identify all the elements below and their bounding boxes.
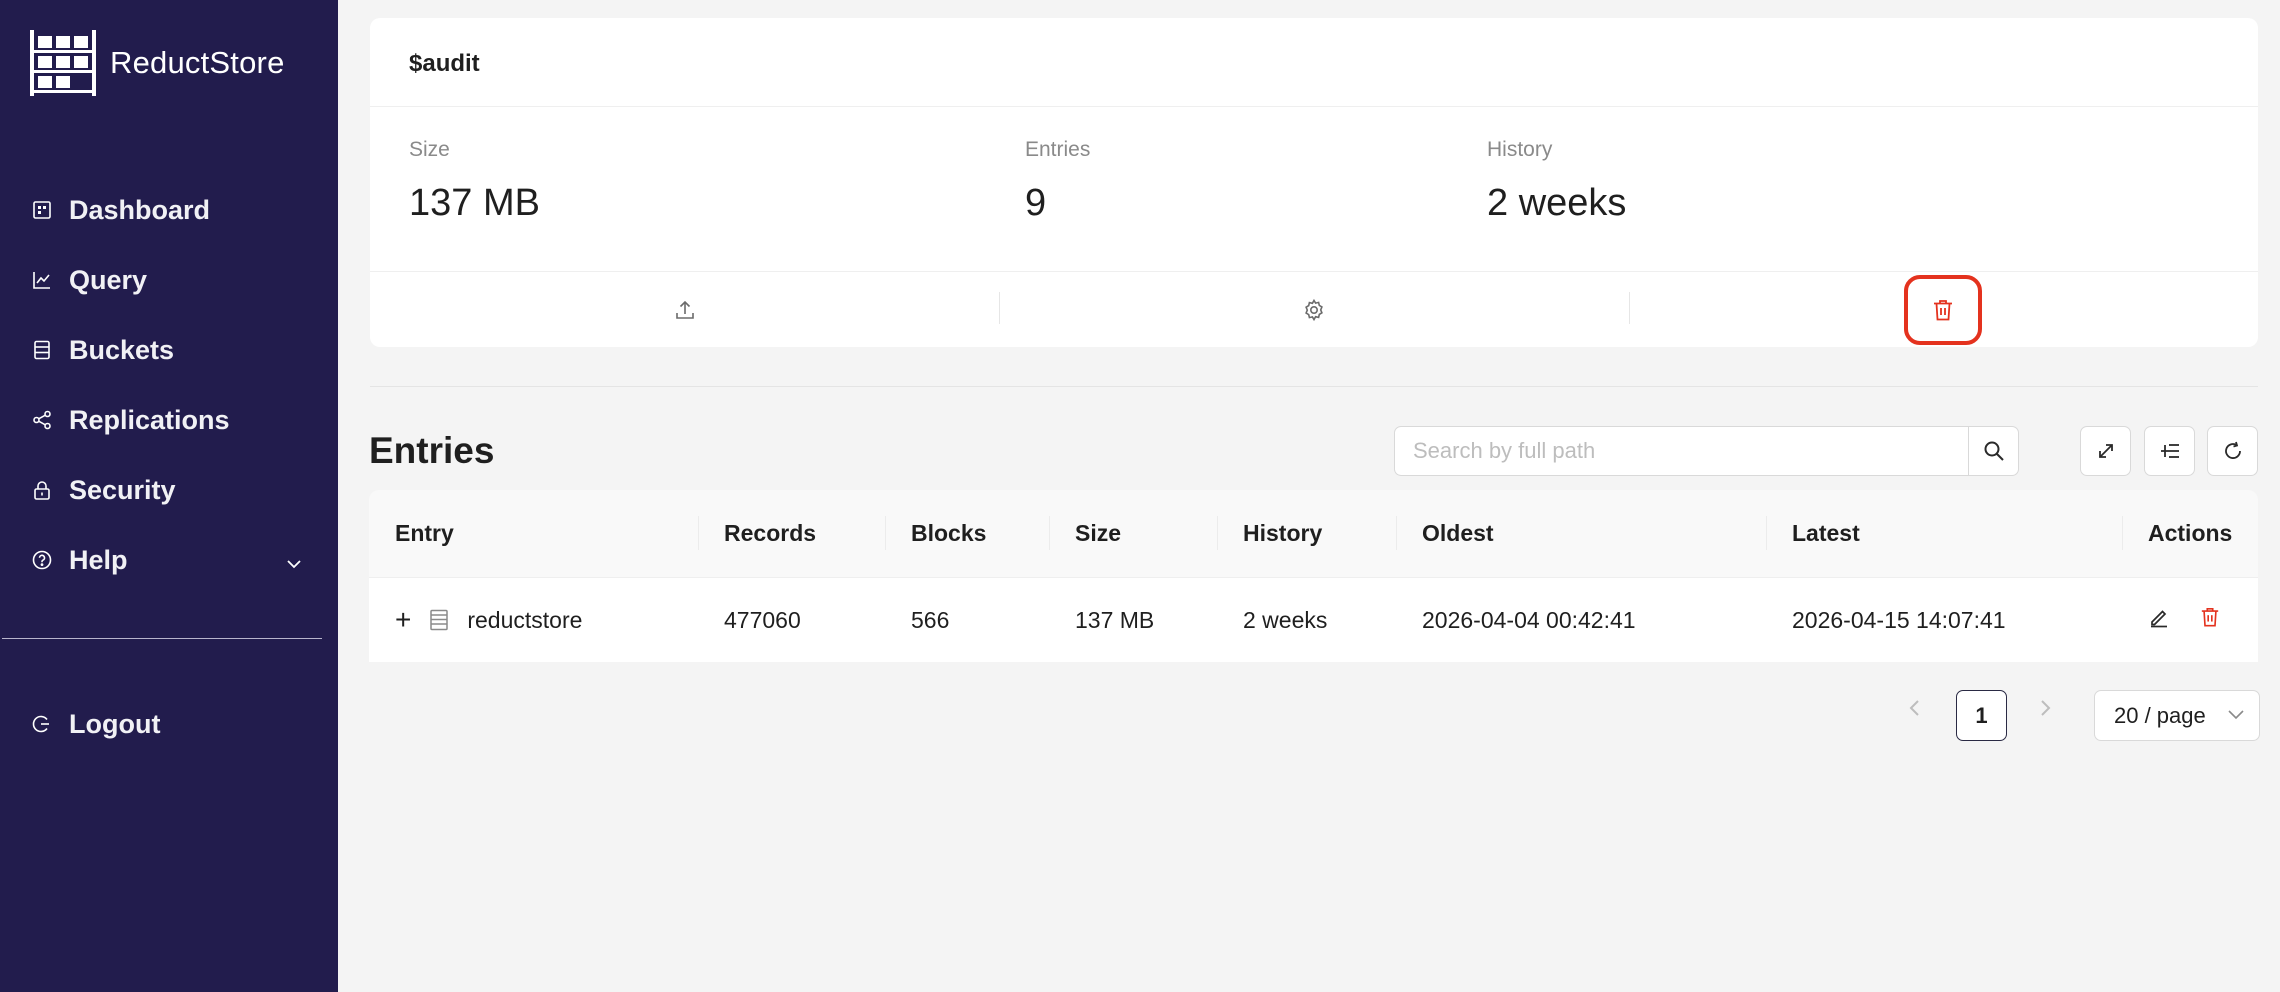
- column-header-latest[interactable]: Latest: [1766, 490, 2122, 577]
- refresh-button[interactable]: [2207, 426, 2258, 476]
- bucket-card: $audit Size 137 MB Entries 9 History 2 w…: [370, 18, 2258, 347]
- cell-size: 137 MB: [1075, 606, 1155, 633]
- entries-table: Entry Records Blocks Size History Oldest…: [369, 490, 2258, 662]
- cell-records: 477060: [724, 606, 801, 633]
- sidebar-item-query[interactable]: Query: [0, 245, 338, 315]
- stat-label: History: [1487, 138, 1553, 161]
- sidebar-item-help[interactable]: Help: [0, 525, 338, 595]
- table-row: + reductstore 477060 566 137 MB 2 weeks …: [369, 578, 2258, 662]
- sidebar-item-label: Replications: [69, 404, 230, 435]
- stat-value: 2 weeks: [1487, 182, 1627, 224]
- search-box: [1394, 426, 2019, 476]
- column-header-actions: Actions: [2122, 490, 2258, 577]
- entries-title: Entries: [369, 430, 495, 471]
- bucket-name: $audit: [409, 50, 480, 77]
- column-header-records[interactable]: Records: [698, 490, 885, 577]
- entry-name-link[interactable]: reductstore: [467, 607, 582, 634]
- card-actions: [370, 272, 2258, 347]
- cell-entry: + reductstore: [369, 578, 698, 662]
- settings-button[interactable]: [999, 272, 1628, 347]
- delete-icon: [2201, 608, 2219, 627]
- lock-icon: [31, 479, 53, 501]
- column-header-history[interactable]: History: [1217, 490, 1396, 577]
- cell-oldest: 2026-04-04 00:42:41: [1422, 606, 1636, 633]
- edit-entry-button[interactable]: [2148, 606, 2170, 634]
- chart-line-icon: [31, 269, 53, 291]
- cell-actions: [2122, 578, 2258, 662]
- database-icon: [31, 339, 53, 361]
- logout-button[interactable]: Logout: [0, 689, 338, 759]
- column-header-size[interactable]: Size: [1049, 490, 1217, 577]
- expand-row-icon[interactable]: +: [395, 604, 411, 636]
- column-header-blocks[interactable]: Blocks: [885, 490, 1049, 577]
- page-1-button[interactable]: 1: [1956, 690, 2007, 741]
- stat-label: Entries: [1025, 138, 1091, 161]
- tree-icon: [2160, 444, 2179, 458]
- sidebar-item-replications[interactable]: Replications: [0, 385, 338, 455]
- sidebar-item-label: Dashboard: [69, 194, 211, 225]
- delete-icon: [1934, 299, 1953, 320]
- chevron-left-icon: [1909, 700, 1919, 716]
- logo-icon: [30, 30, 96, 96]
- app-name: ReductStore: [110, 45, 285, 80]
- question-circle-icon: [31, 549, 53, 571]
- delete-bucket-button[interactable]: [1628, 272, 2258, 347]
- cell-blocks: 566: [911, 606, 950, 633]
- chevron-right-icon: [2041, 700, 2051, 716]
- card-divider: [370, 106, 2258, 107]
- logo[interactable]: ReductStore: [28, 28, 285, 98]
- edit-icon: [2151, 610, 2167, 628]
- cell-latest: 2026-04-15 14:07:41: [1792, 606, 2006, 633]
- sidebar-item-buckets[interactable]: Buckets: [0, 315, 338, 385]
- delete-entry-button[interactable]: [2200, 606, 2220, 634]
- sidebar-item-label: Buckets: [69, 334, 175, 365]
- cell-history: 2 weeks: [1243, 606, 1328, 633]
- sidebar-item-label: Query: [69, 264, 148, 295]
- tree-view-button[interactable]: [2144, 426, 2195, 476]
- share-icon: [31, 409, 53, 431]
- expand-icon: [2098, 444, 2113, 458]
- dashboard-icon: [31, 199, 53, 221]
- stat-value: 137 MB: [409, 182, 540, 224]
- sidebar-item-security[interactable]: Security: [0, 455, 338, 525]
- chevron-down-icon: [2227, 705, 2245, 731]
- database-icon: [430, 609, 449, 631]
- stat-entries: Entries 9: [1025, 138, 1090, 225]
- sidebar-item-dashboard[interactable]: Dashboard: [0, 175, 338, 245]
- chevron-down-icon[interactable]: [286, 545, 302, 576]
- refresh-icon: [2224, 441, 2241, 459]
- search-input[interactable]: [1395, 427, 1968, 475]
- column-header-oldest[interactable]: Oldest: [1396, 490, 1766, 577]
- section-divider: [370, 386, 2258, 387]
- next-page-button[interactable]: [2038, 694, 2052, 725]
- sidebar-divider: [2, 638, 322, 639]
- stat-size: Size 137 MB: [409, 138, 540, 225]
- table-header: Entry Records Blocks Size History Oldest…: [369, 490, 2258, 578]
- stat-history: History 2 weeks: [1487, 138, 1626, 225]
- search-icon: [1984, 441, 2004, 461]
- column-header-entry[interactable]: Entry: [369, 490, 698, 577]
- expand-button[interactable]: [2080, 426, 2131, 476]
- sidebar-item-label: Help: [69, 544, 128, 575]
- prev-page-button[interactable]: [1908, 694, 1922, 725]
- delete-highlight[interactable]: [1904, 274, 1983, 345]
- sidebar: ReductStore Dashboard Query Buckets Repl…: [0, 0, 338, 992]
- logout-icon: [31, 713, 53, 735]
- upload-button[interactable]: [370, 272, 999, 347]
- stat-value: 9: [1025, 182, 1047, 224]
- page-size-select[interactable]: 20 / page: [2094, 690, 2260, 741]
- sidebar-nav: Dashboard Query Buckets Replications Sec…: [0, 175, 338, 595]
- stat-label: Size: [409, 138, 450, 161]
- upload-icon: [675, 300, 694, 319]
- settings-icon: [1305, 298, 1323, 321]
- search-button[interactable]: [1968, 427, 2018, 475]
- page-size-value: 20 / page: [2114, 702, 2206, 728]
- logout-label: Logout: [69, 708, 161, 739]
- sidebar-item-label: Security: [69, 474, 176, 505]
